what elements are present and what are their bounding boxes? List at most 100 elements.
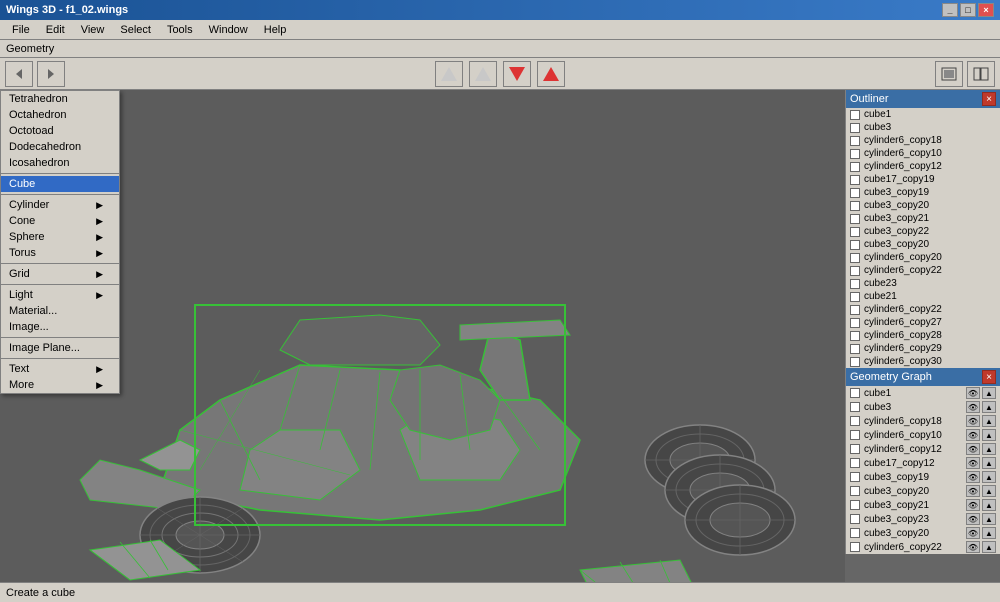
menu-item-cube[interactable]: Cube xyxy=(1,176,119,192)
geo-eye-button[interactable]: 👁 xyxy=(966,513,980,525)
menu-item-text[interactable]: Text ▶ xyxy=(1,361,119,377)
menu-view[interactable]: View xyxy=(73,22,113,38)
outliner-item[interactable]: cube1 xyxy=(846,108,1000,121)
menu-item-grid[interactable]: Grid ▶ xyxy=(1,266,119,282)
context-menu[interactable]: Tetrahedron Octahedron Octotoad Dodecahe… xyxy=(0,90,120,394)
menu-item-cone[interactable]: Cone ▶ xyxy=(1,213,119,229)
outliner-checkbox[interactable] xyxy=(850,305,860,315)
outliner-checkbox[interactable] xyxy=(850,253,860,263)
toolbar-next-button[interactable] xyxy=(37,61,65,87)
outliner-checkbox[interactable] xyxy=(850,344,860,354)
geo-eye-button[interactable]: 👁 xyxy=(966,429,980,441)
outliner-checkbox[interactable] xyxy=(850,318,860,328)
geo-up-button[interactable]: ▲ xyxy=(982,527,996,539)
menu-item-octotoad[interactable]: Octotoad xyxy=(1,123,119,139)
minimize-button[interactable]: _ xyxy=(942,3,958,17)
outliner-item[interactable]: cube3_copy21 xyxy=(846,212,1000,225)
outliner-item[interactable]: cube3 xyxy=(846,121,1000,134)
geo-up-button[interactable]: ▲ xyxy=(982,457,996,469)
geo-graph-item[interactable]: cylinder6_copy12 👁▲ xyxy=(846,442,1000,456)
outliner-checkbox[interactable] xyxy=(850,149,860,159)
geo-eye-button[interactable]: 👁 xyxy=(966,527,980,539)
geo-eye-button[interactable]: 👁 xyxy=(966,401,980,413)
toolbar-triangle4[interactable] xyxy=(537,61,565,87)
geo-up-button[interactable]: ▲ xyxy=(982,485,996,497)
outliner-item[interactable]: cube23 xyxy=(846,277,1000,290)
menu-help[interactable]: Help xyxy=(256,22,295,38)
menu-item-light[interactable]: Light ▶ xyxy=(1,287,119,303)
outliner-checkbox[interactable] xyxy=(850,123,860,133)
geo-graph-item[interactable]: cube3 👁▲ xyxy=(846,400,1000,414)
geo-up-button[interactable]: ▲ xyxy=(982,387,996,399)
outliner-checkbox[interactable] xyxy=(850,357,860,367)
geo-up-button[interactable]: ▲ xyxy=(982,415,996,427)
outliner-item[interactable]: cylinder6_copy30 xyxy=(846,355,1000,368)
geo-graph-item[interactable]: cube1 👁▲ xyxy=(846,386,1000,400)
outliner-item[interactable]: cylinder6_copy18 xyxy=(846,134,1000,147)
toolbar-triangle2[interactable] xyxy=(469,61,497,87)
outliner-checkbox[interactable] xyxy=(850,279,860,289)
outliner-checkbox[interactable] xyxy=(850,201,860,211)
outliner-item[interactable]: cylinder6_copy22 xyxy=(846,264,1000,277)
toolbar-prev-button[interactable] xyxy=(5,61,33,87)
geo-eye-button[interactable]: 👁 xyxy=(966,499,980,511)
geo-graph-item[interactable]: cube3_copy20 👁▲ xyxy=(846,526,1000,540)
geo-up-button[interactable]: ▲ xyxy=(982,541,996,553)
outliner-checkbox[interactable] xyxy=(850,214,860,224)
outliner-list[interactable]: cube1 cube3 cylinder6_copy18 cylinder6_c… xyxy=(846,108,1000,368)
geo-graph-close-button[interactable]: × xyxy=(982,370,996,384)
outliner-close-button[interactable]: × xyxy=(982,92,996,106)
menu-item-more[interactable]: More ▶ xyxy=(1,377,119,393)
geo-graph-item[interactable]: cube3_copy20 👁▲ xyxy=(846,484,1000,498)
menu-item-icosahedron[interactable]: Icosahedron xyxy=(1,155,119,171)
viewport[interactable]: Z X xyxy=(0,90,845,582)
outliner-item[interactable]: cylinder6_copy22 xyxy=(846,303,1000,316)
geo-graph-item[interactable]: cube3_copy21 👁▲ xyxy=(846,498,1000,512)
outliner-checkbox[interactable] xyxy=(850,162,860,172)
geo-graph-item[interactable]: cylinder6_copy18 👁▲ xyxy=(846,414,1000,428)
outliner-checkbox[interactable] xyxy=(850,136,860,146)
geo-eye-button[interactable]: 👁 xyxy=(966,415,980,427)
geo-eye-button[interactable]: 👁 xyxy=(966,387,980,399)
geo-eye-button[interactable]: 👁 xyxy=(966,485,980,497)
outliner-item[interactable]: cylinder6_copy29 xyxy=(846,342,1000,355)
outliner-item[interactable]: cube3_copy20 xyxy=(846,238,1000,251)
outliner-checkbox[interactable] xyxy=(850,240,860,250)
outliner-item[interactable]: cylinder6_copy12 xyxy=(846,160,1000,173)
outliner-checkbox[interactable] xyxy=(850,266,860,276)
menu-item-octahedron[interactable]: Octahedron xyxy=(1,107,119,123)
toolbar-view1[interactable] xyxy=(935,61,963,87)
menu-item-tetrahedron[interactable]: Tetrahedron xyxy=(1,91,119,107)
menu-item-dodecahedron[interactable]: Dodecahedron xyxy=(1,139,119,155)
geo-up-button[interactable]: ▲ xyxy=(982,401,996,413)
outliner-item[interactable]: cylinder6_copy10 xyxy=(846,147,1000,160)
outliner-checkbox[interactable] xyxy=(850,227,860,237)
toolbar-view2[interactable] xyxy=(967,61,995,87)
outliner-checkbox[interactable] xyxy=(850,110,860,120)
outliner-checkbox[interactable] xyxy=(850,292,860,302)
geo-up-button[interactable]: ▲ xyxy=(982,513,996,525)
outliner-checkbox[interactable] xyxy=(850,175,860,185)
geo-graph-item[interactable]: cube17_copy12 👁▲ xyxy=(846,456,1000,470)
outliner-checkbox[interactable] xyxy=(850,188,860,198)
menu-item-torus[interactable]: Torus ▶ xyxy=(1,245,119,261)
geo-up-button[interactable]: ▲ xyxy=(982,471,996,483)
geo-graph-item[interactable]: cylinder6_copy22 👁▲ xyxy=(846,540,1000,554)
geo-graph-item[interactable]: cube3_copy23 👁▲ xyxy=(846,512,1000,526)
geo-eye-button[interactable]: 👁 xyxy=(966,471,980,483)
geo-graph-list[interactable]: cube1 👁▲ cube3 👁▲ cylinder6_copy18 👁▲ cy… xyxy=(846,386,1000,554)
close-button[interactable]: × xyxy=(978,3,994,17)
menu-window[interactable]: Window xyxy=(201,22,256,38)
geo-up-button[interactable]: ▲ xyxy=(982,443,996,455)
geo-eye-button[interactable]: 👁 xyxy=(966,443,980,455)
maximize-button[interactable]: □ xyxy=(960,3,976,17)
toolbar-triangle3[interactable] xyxy=(503,61,531,87)
menu-item-cylinder[interactable]: Cylinder ▶ xyxy=(1,197,119,213)
geo-graph-item[interactable]: cylinder6_copy10 👁▲ xyxy=(846,428,1000,442)
menu-select[interactable]: Select xyxy=(112,22,159,38)
outliner-item[interactable]: cube3_copy20 xyxy=(846,199,1000,212)
menu-item-sphere[interactable]: Sphere ▶ xyxy=(1,229,119,245)
outliner-checkbox[interactable] xyxy=(850,331,860,341)
outliner-item[interactable]: cube3_copy19 xyxy=(846,186,1000,199)
outliner-item[interactable]: cube3_copy22 xyxy=(846,225,1000,238)
